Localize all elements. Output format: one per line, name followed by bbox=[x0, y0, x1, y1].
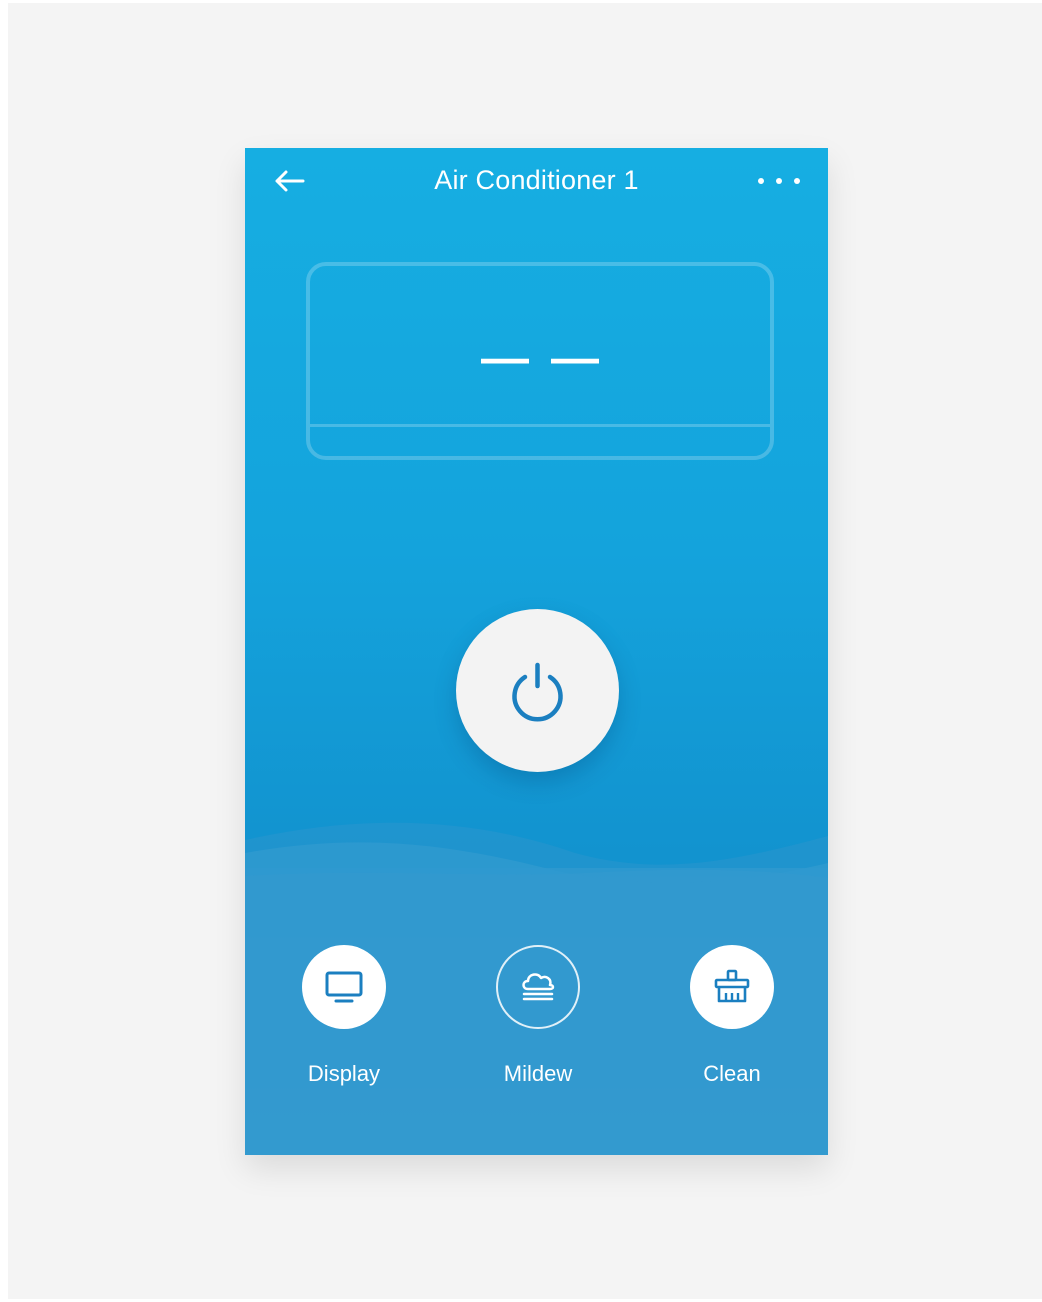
power-button[interactable] bbox=[456, 609, 619, 772]
temperature-reading: —— bbox=[481, 332, 621, 385]
more-horizontal-icon bbox=[758, 178, 800, 184]
clean-label: Clean bbox=[703, 1061, 761, 1086]
action-mildew[interactable]: Mildew bbox=[478, 945, 598, 1087]
ac-unit-display: —— bbox=[306, 262, 774, 460]
cloud-mildew-icon bbox=[522, 973, 555, 1001]
action-display[interactable]: Display bbox=[284, 945, 404, 1087]
power-icon bbox=[512, 662, 563, 722]
action-clean[interactable]: Clean bbox=[672, 945, 792, 1087]
more-options-button[interactable] bbox=[750, 170, 812, 192]
header-bar: Air Conditioner 1 bbox=[245, 148, 828, 218]
page-title: Air Conditioner 1 bbox=[434, 165, 639, 195]
display-label: Display bbox=[307, 1061, 381, 1086]
page-background: Air Conditioner 1 —— Display Mildew Clea… bbox=[8, 3, 1042, 1299]
mildew-button[interactable] bbox=[496, 945, 580, 1029]
app-screen: Air Conditioner 1 —— Display Mildew Clea… bbox=[245, 148, 828, 1155]
monitor-icon bbox=[325, 971, 363, 1003]
brush-icon bbox=[714, 969, 750, 1003]
clean-button[interactable] bbox=[690, 945, 774, 1029]
mildew-label: Mildew bbox=[503, 1061, 573, 1086]
ac-unit-divider bbox=[310, 424, 770, 427]
display-button[interactable] bbox=[302, 945, 386, 1029]
